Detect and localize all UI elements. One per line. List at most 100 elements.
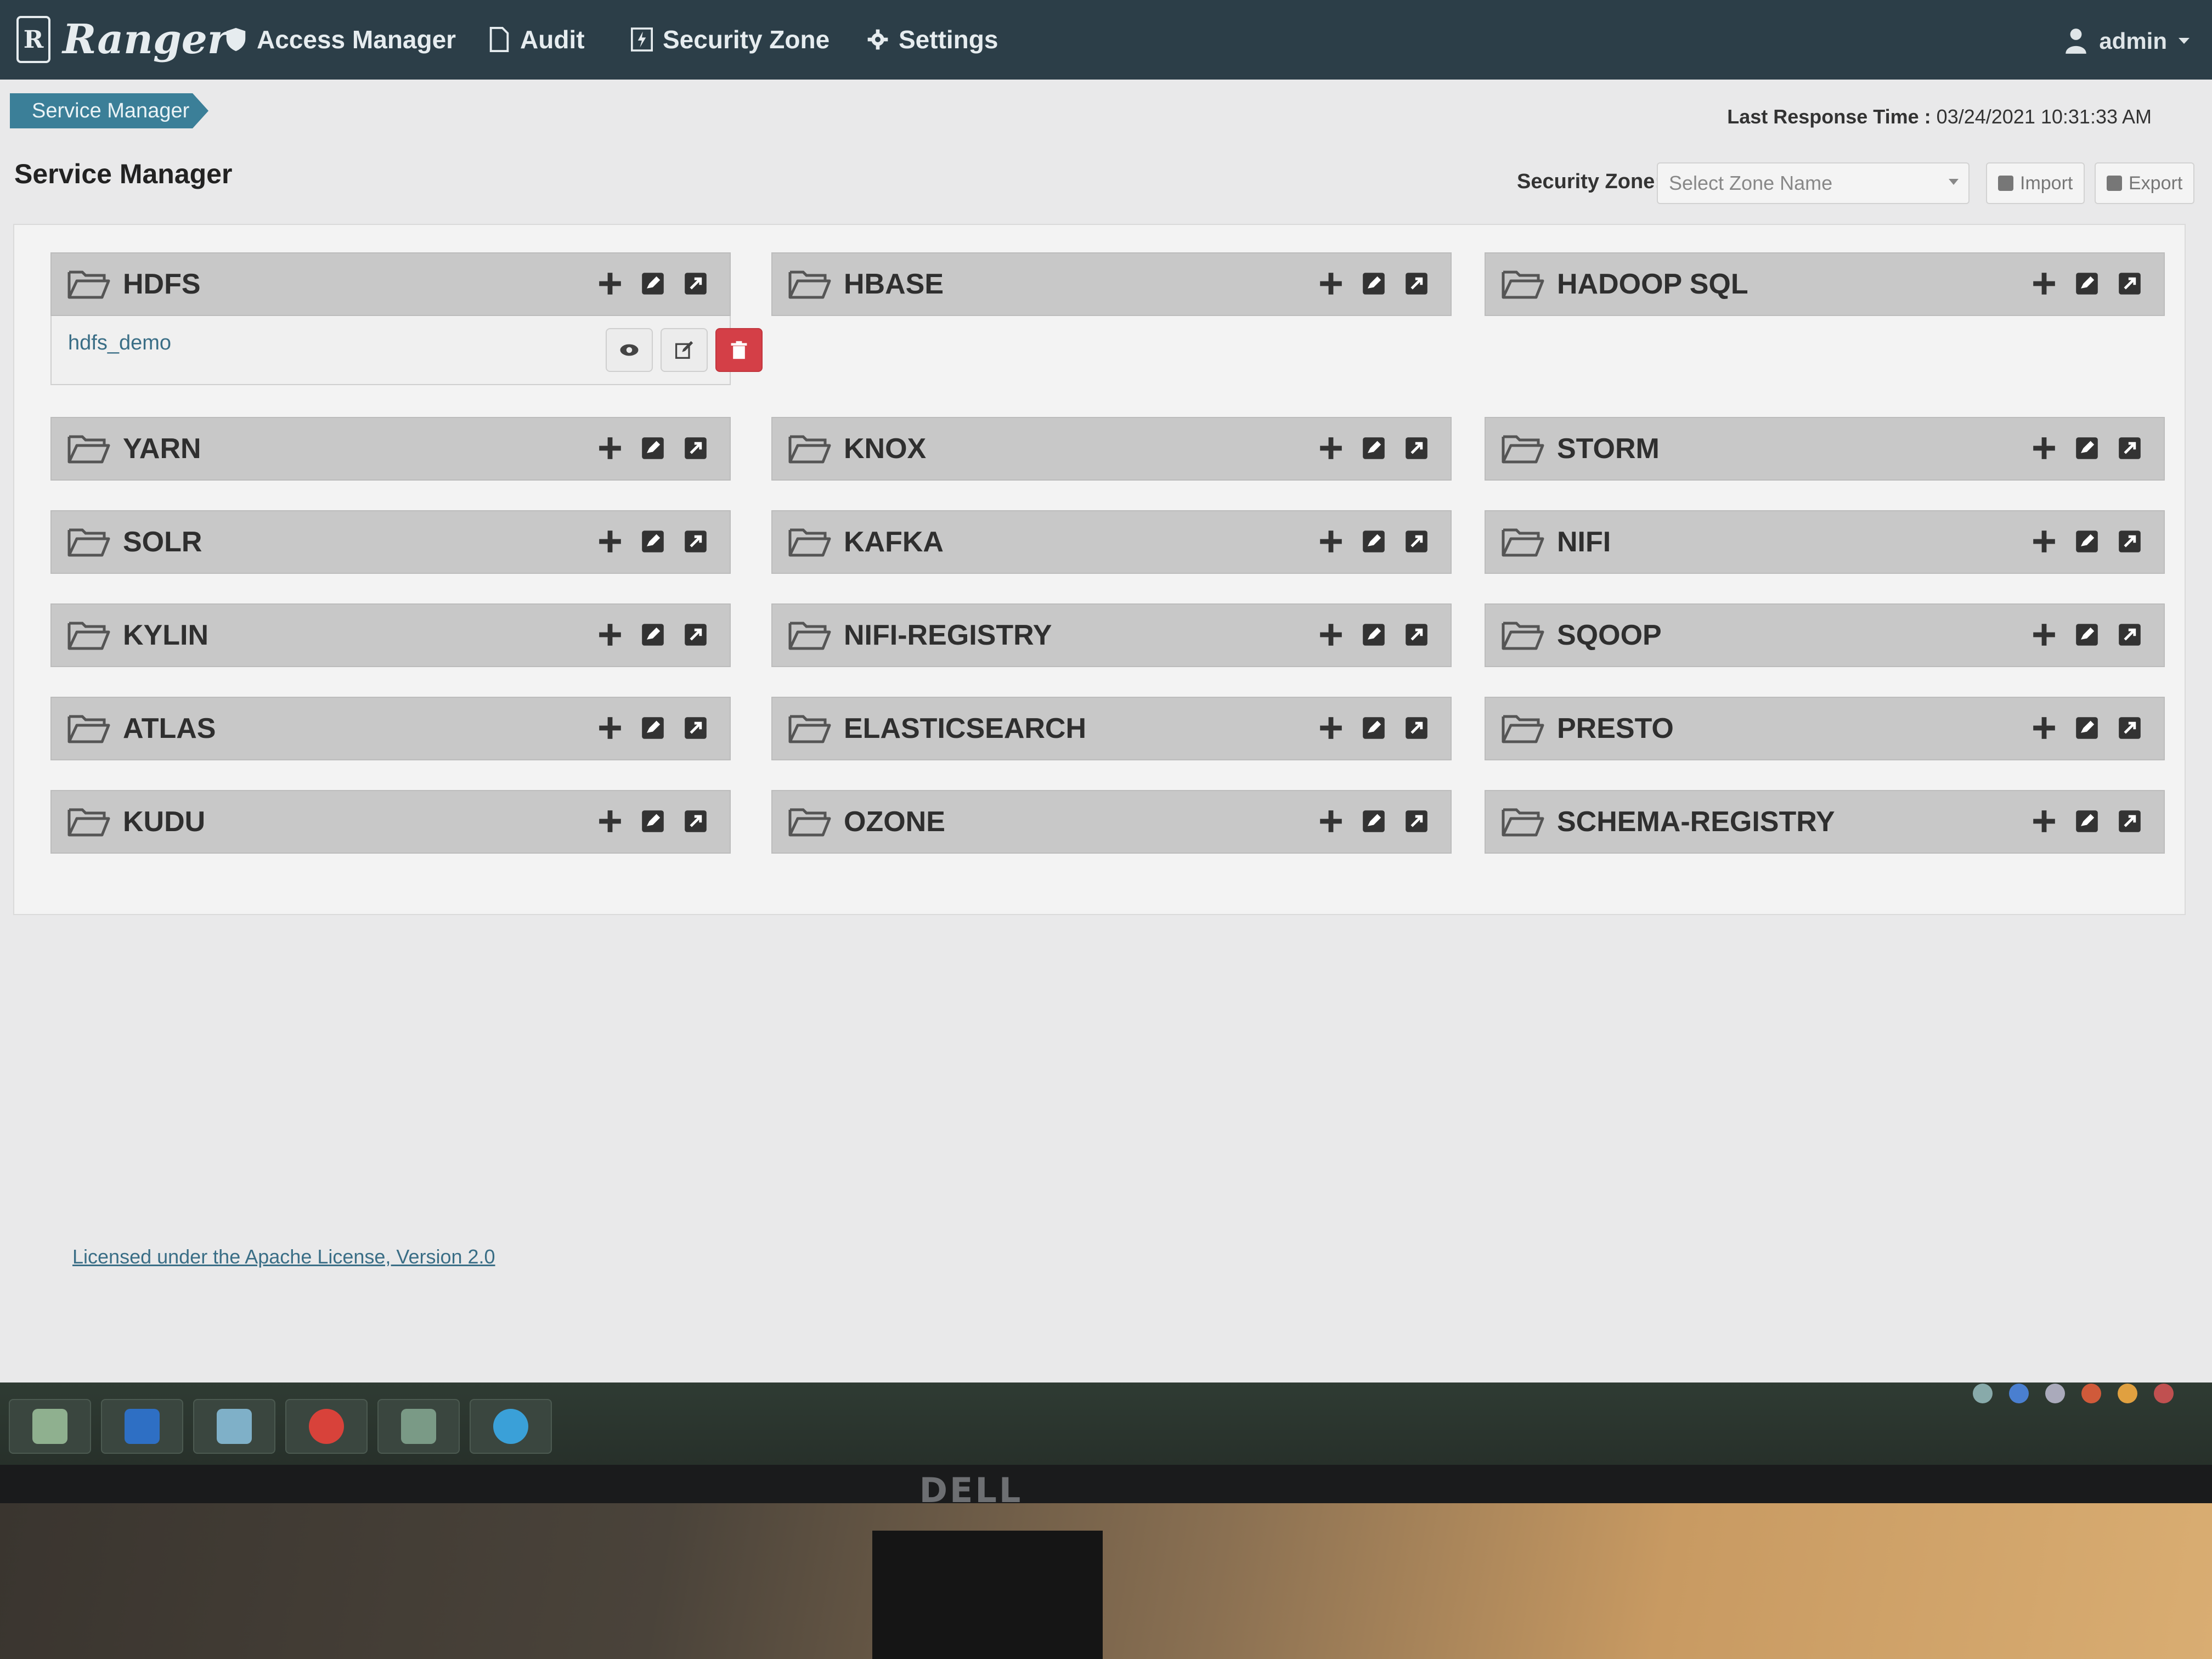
add-service-button[interactable] [1319,714,1343,742]
add-service-button[interactable] [2032,435,2056,462]
import-service-button[interactable] [641,808,665,835]
tray-app-icon[interactable] [2081,1384,2101,1403]
import-service-button[interactable] [1362,714,1386,742]
nav-label: Access Manager [257,25,456,54]
export-service-button[interactable] [684,528,708,555]
taskbar-app-6[interactable] [470,1399,552,1454]
import-service-button[interactable] [641,714,665,742]
folder-open-icon [67,622,110,650]
import-service-button[interactable] [641,621,665,648]
add-service-button[interactable] [2032,808,2056,835]
import-service-button[interactable] [2075,714,2099,742]
nav-audit[interactable]: Audit [488,23,585,56]
export-service-button[interactable] [684,714,708,742]
taskbar-app-5[interactable] [377,1399,460,1454]
import-service-button[interactable] [2075,808,2099,835]
export-service-button[interactable] [684,808,708,835]
breadcrumb[interactable]: Service Manager [10,93,208,128]
nav-settings[interactable]: Settings [867,23,998,56]
add-service-button[interactable] [2032,270,2056,297]
add-service-button[interactable] [1319,528,1343,555]
plus-icon [2033,437,2055,459]
import-service-button[interactable] [641,270,665,297]
services-panel: HDFS hdfs_demo HBASE HADOOP SQL YARN KNOX STOR… [13,224,2186,915]
add-service-button[interactable] [1319,621,1343,648]
plus-icon [2033,624,2055,646]
taskbar-app-3[interactable] [193,1399,275,1454]
add-service-button[interactable] [598,528,622,555]
import-service-button[interactable] [2075,435,2099,462]
security-zone-select[interactable]: Select Zone Name [1657,162,1970,204]
import-service-button[interactable] [641,528,665,555]
add-service-button[interactable] [598,808,622,835]
import-service-button[interactable] [1362,270,1386,297]
export-service-button[interactable] [1404,714,1429,742]
license-link[interactable]: Licensed under the Apache License, Versi… [72,1245,495,1268]
help-icon[interactable] [2009,1384,2029,1403]
import-service-button[interactable] [2075,270,2099,297]
taskbar-app-1[interactable] [9,1399,91,1454]
add-service-button[interactable] [598,435,622,462]
service-item-row: hdfs_demo [50,316,763,385]
service-name: SQOOP [1557,619,1662,651]
export-service-button[interactable] [2118,808,2142,835]
add-service-button[interactable] [598,714,622,742]
import-button[interactable]: Import [1986,162,2085,204]
nav-security-zone[interactable]: Security Zone [631,23,830,56]
export-service-button[interactable] [684,435,708,462]
export-service-button[interactable] [1404,621,1429,648]
add-service-button[interactable] [1319,435,1343,462]
file-icon [489,27,509,52]
add-service-button[interactable] [2032,621,2056,648]
export-service-button[interactable] [1404,270,1429,297]
export-service-button[interactable] [2118,528,2142,555]
nav-access-manager[interactable]: Access Manager [225,23,456,56]
import-service-button[interactable] [1362,808,1386,835]
system-tray [1973,1377,2174,1410]
import-service-button[interactable] [1362,621,1386,648]
taskbar-app-4[interactable] [285,1399,368,1454]
service-actions [1319,621,1429,648]
export-service-button[interactable] [1404,435,1429,462]
import-service-button[interactable] [1362,528,1386,555]
network-icon[interactable] [2045,1384,2065,1403]
export-service-button[interactable] [1404,528,1429,555]
view-button[interactable] [606,328,653,372]
zone-icon [631,27,653,52]
service-name: SCHEMA-REGISTRY [1557,806,1835,838]
service-actions [2032,435,2142,462]
keyboard-icon[interactable] [1973,1384,1993,1403]
external-link-icon [2119,437,2141,459]
import-service-button[interactable] [1362,435,1386,462]
add-service-button[interactable] [1319,808,1343,835]
export-service-button[interactable] [2118,714,2142,742]
export-service-button[interactable] [2118,621,2142,648]
add-service-button[interactable] [1319,270,1343,297]
add-service-button[interactable] [598,270,622,297]
external-link-icon [2119,531,2141,552]
import-service-button[interactable] [2075,621,2099,648]
service-item-link[interactable]: hdfs_demo [68,331,171,355]
export-service-button[interactable] [2118,270,2142,297]
add-service-button[interactable] [2032,528,2056,555]
export-service-button[interactable] [1404,808,1429,835]
edit-button[interactable] [661,328,708,372]
export-button[interactable]: Export [2095,162,2195,204]
tray-app-icon[interactable] [2118,1384,2137,1403]
add-service-button[interactable] [598,621,622,648]
external-link-icon [1406,810,1427,832]
edit-square-icon [2076,624,2098,646]
service-name: YARN [123,433,201,465]
pencil-icon [675,341,693,359]
import-service-button[interactable] [2075,528,2099,555]
user-menu[interactable]: admin [2064,27,2190,55]
volume-icon[interactable] [2154,1384,2174,1403]
taskbar-app-2[interactable] [101,1399,183,1454]
add-service-button[interactable] [2032,714,2056,742]
export-service-button[interactable] [684,270,708,297]
delete-button[interactable] [715,328,763,372]
import-service-button[interactable] [641,435,665,462]
export-service-button[interactable] [684,621,708,648]
export-service-button[interactable] [2118,435,2142,462]
ranger-logo[interactable]: R Ranger [16,12,229,67]
